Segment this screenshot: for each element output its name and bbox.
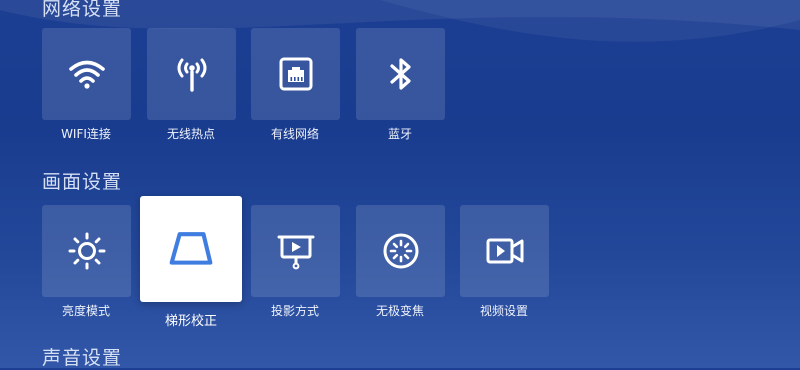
tile-bluetooth[interactable] — [356, 28, 445, 120]
wifi-icon — [68, 60, 105, 89]
focus-icon — [383, 233, 418, 269]
tile-label-video: 视频设置 — [479, 304, 528, 318]
tile-label-wifi: WIFI连接 — [61, 127, 111, 141]
ethernet-icon — [279, 57, 312, 91]
tile-projection[interactable] — [251, 205, 340, 297]
tile-brightness[interactable] — [42, 205, 131, 297]
tile-video[interactable] — [460, 205, 549, 297]
tile-label-keystone: 梯形校正 — [164, 314, 217, 329]
tile-label-projection: 投影方式 — [270, 304, 319, 318]
tile-label-ethernet: 有线网络 — [270, 127, 319, 141]
tile-label-brightness: 亮度模式 — [61, 304, 110, 318]
tile-wifi[interactable] — [42, 28, 131, 120]
keystone-icon — [169, 232, 213, 265]
projection-icon — [277, 235, 314, 270]
section-title-picture: 画面设置 — [42, 171, 123, 193]
section-title-sound: 声音设置 — [42, 347, 123, 369]
bluetooth-icon — [389, 58, 411, 90]
video-icon — [486, 238, 523, 264]
tile-label-bluetooth: 蓝牙 — [387, 127, 412, 141]
section-title-network: 网络设置 — [42, 0, 123, 20]
tile-label-focus: 无极变焦 — [375, 304, 424, 318]
tile-label-hotspot: 无线热点 — [166, 127, 215, 141]
tile-ethernet[interactable] — [251, 28, 340, 120]
tile-focus[interactable] — [356, 205, 445, 297]
tile-hotspot[interactable] — [147, 28, 236, 120]
tile-keystone[interactable] — [140, 196, 242, 302]
brightness-icon — [68, 232, 105, 270]
hotspot-icon — [177, 58, 206, 92]
